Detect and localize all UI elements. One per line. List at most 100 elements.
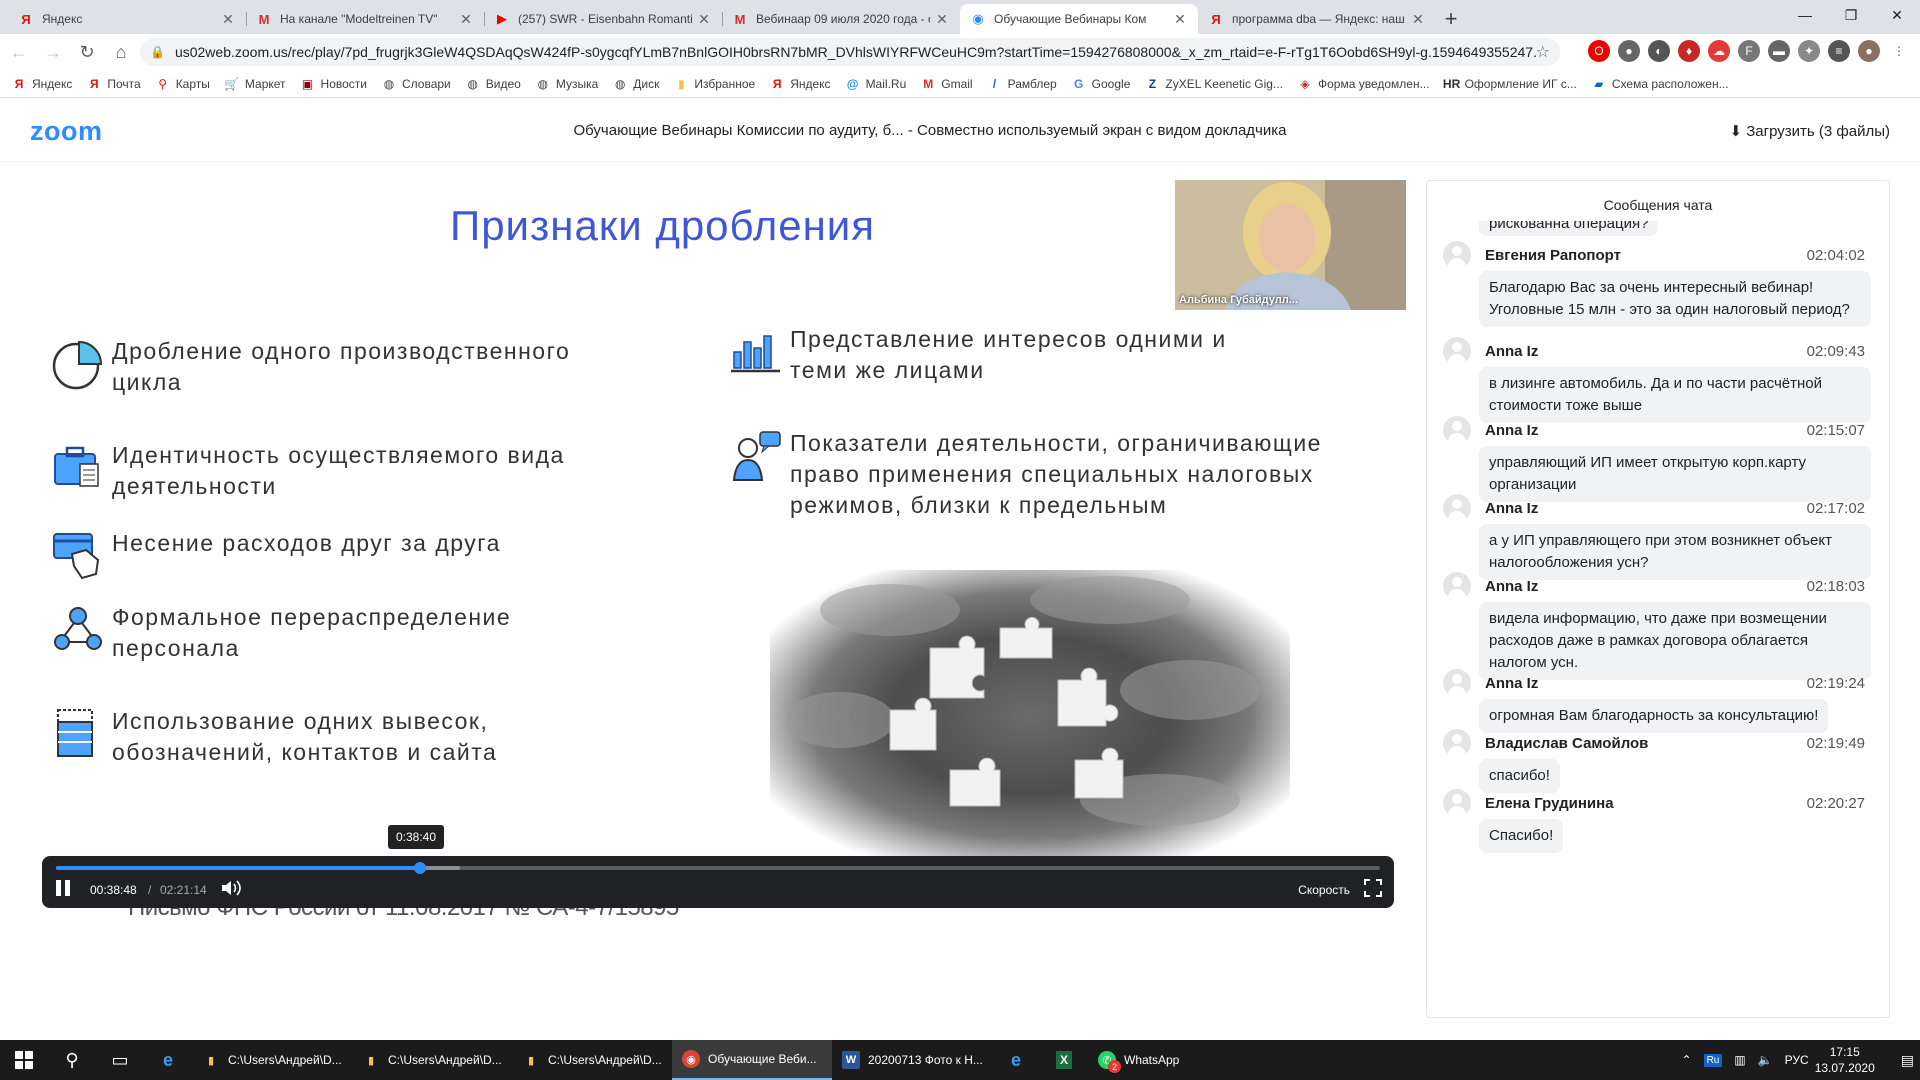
maximize-button[interactable]: ❐ — [1828, 0, 1874, 30]
browser-tab[interactable]: ◉ Обучающие Вебинары Ком ✕ — [960, 4, 1198, 34]
browser-tab[interactable]: M На канале "Modeltreinen TV" ✕ — [246, 4, 484, 34]
avatar — [1443, 669, 1471, 697]
bookmark-item[interactable]: Я Почта — [87, 77, 141, 91]
bookmark-item[interactable]: M Gmail — [921, 77, 972, 91]
reload-button[interactable]: ↻ — [72, 37, 102, 67]
chat-time: 02:04:02 — [1806, 247, 1865, 264]
fullscreen-icon[interactable] — [1364, 879, 1382, 897]
browser-tab[interactable]: Япрограмма dba — Яндекс: наш ✕ — [1198, 4, 1436, 34]
network-icon[interactable]: ▥ — [1734, 1053, 1745, 1067]
taskbar-whatsapp[interactable]: ✆ WhatsApp 2 — [1088, 1040, 1198, 1080]
bookmark-item[interactable]: ◍ Музыка — [536, 77, 599, 91]
bookmark-item[interactable]: HR Оформление ИГ с... — [1442, 76, 1577, 91]
bookmark-star-icon[interactable]: ☆ — [1536, 42, 1550, 62]
browser-tab[interactable]: ▶ (257) SWR - Eisenbahn Romantik ✕ — [484, 4, 722, 34]
download-button[interactable]: ⬇ Загрузить (3 файлы) — [1729, 122, 1890, 140]
reading-list-icon[interactable]: ≡ — [1828, 40, 1850, 62]
task-view-icon[interactable]: ▭ — [96, 1040, 144, 1080]
cloud-extension-icon[interactable]: ☁ — [1708, 40, 1730, 62]
bookmark-item[interactable]: 🛒 Маркет — [224, 77, 285, 91]
tab-title: Яндекс — [42, 12, 83, 26]
speaker-icon[interactable]: 🔈 — [1758, 1053, 1773, 1067]
avatar[interactable]: ● — [1858, 40, 1880, 62]
avatar — [1443, 337, 1471, 365]
edge-icon[interactable]: e — [144, 1040, 192, 1080]
extensions-bar: O ● ◐ ♦ ☁ F ▬ ✦ ≡ ● ⋮ — [1588, 40, 1910, 62]
system-tray: ⌃ Ru ▥ 🔈 РУС 17:15 13.07.2020 ▤ — [1676, 1040, 1920, 1080]
back-button[interactable]: ← — [4, 37, 34, 67]
address-bar[interactable]: 🔒 us02web.zoom.us/rec/play/7pd_frugrjk3G… — [140, 38, 1560, 66]
close-tab-icon[interactable]: ✕ — [1172, 11, 1188, 28]
bookmark-item[interactable]: Z ZyXEL Keenetic Gig... — [1145, 77, 1283, 91]
bookmark-label: Словари — [401, 76, 451, 91]
extension-icon[interactable]: ◐ — [1648, 40, 1670, 62]
taskbar-app[interactable]: W 20200713 Фото к Н... — [832, 1040, 992, 1080]
person-speech-icon — [732, 431, 781, 481]
language-indicator[interactable]: РУС — [1785, 1053, 1809, 1067]
menu-kebab-icon[interactable]: ⋮ — [1888, 40, 1910, 62]
windows-start-icon[interactable] — [0, 1040, 48, 1080]
clock-date: 13.07.2020 — [1814, 1061, 1875, 1075]
close-tab-icon[interactable]: ✕ — [1410, 11, 1426, 28]
extension-icon[interactable]: ♦ — [1678, 40, 1700, 62]
extension-icon[interactable]: ● — [1618, 40, 1640, 62]
bookmark-item[interactable]: ⚲ Карты — [156, 77, 210, 91]
forward-button[interactable]: → — [38, 37, 68, 67]
pause-button[interactable] — [56, 880, 72, 898]
bookmark-item[interactable]: ◍ Словари — [382, 77, 451, 91]
chat-time: 02:15:07 — [1806, 422, 1865, 439]
bookmark-item[interactable]: ◈ Форма уведомлен... — [1298, 76, 1429, 91]
bookmark-item[interactable]: ▮ Избранное — [674, 77, 755, 91]
excel-icon[interactable]: X — [1040, 1040, 1088, 1080]
bookmark-item[interactable]: Я Яндекс — [12, 77, 73, 91]
bookmark-item[interactable]: / Рамблер — [988, 77, 1057, 91]
new-tab-button[interactable]: + — [1436, 4, 1466, 34]
bookmark-item[interactable]: @ Mail.Ru — [846, 77, 907, 91]
bookmark-item[interactable]: Я Яндекс — [770, 77, 831, 91]
browser-tab[interactable]: Я Яндекс ✕ — [8, 4, 246, 34]
bookmark-label: Диск — [633, 76, 660, 91]
language-badge[interactable]: Ru — [1703, 1053, 1723, 1067]
globe-icon: ◍ — [615, 76, 626, 91]
chat-sender: Anna Iz — [1485, 578, 1539, 595]
form-icon: ◈ — [1300, 76, 1310, 91]
bookmark-item[interactable]: G Google — [1072, 77, 1130, 91]
progress-bar — [56, 866, 420, 870]
extension-icon[interactable]: F — [1738, 40, 1760, 62]
seek-handle[interactable] — [413, 862, 426, 874]
bookmark-item[interactable]: ◍ Видео — [466, 77, 521, 91]
bookmark-item[interactable]: ◍ Диск — [613, 77, 659, 91]
chevron-up-icon[interactable]: ⌃ — [1682, 1053, 1692, 1067]
close-tab-icon[interactable]: ✕ — [934, 11, 950, 28]
bookmark-item[interactable]: ▣ Новости — [301, 77, 367, 91]
opera-extension-icon[interactable]: O — [1588, 40, 1610, 62]
taskbar-app[interactable]: ▮ C:\Users\Андрей\D... — [352, 1040, 512, 1080]
volume-icon[interactable] — [220, 879, 242, 897]
clock[interactable]: 17:15 13.07.2020 — [1815, 1044, 1875, 1076]
chat-sender: Anna Iz — [1485, 422, 1539, 439]
taskbar-app[interactable]: ▮ C:\Users\Андрей\D... — [512, 1040, 672, 1080]
chat-message-list[interactable]: рискованна операция? Евгения Рапопорт 02:… — [1427, 221, 1889, 1011]
browser-tab[interactable]: M Вебинаар 09 июля 2020 года - о ✕ — [722, 4, 960, 34]
speed-button[interactable]: Скорость — [1298, 883, 1350, 897]
notifications-icon[interactable]: ▤ — [1901, 1052, 1914, 1069]
puzzle-extensions-icon[interactable]: ✦ — [1798, 40, 1820, 62]
close-tab-icon[interactable]: ✕ — [458, 11, 474, 28]
minimize-button[interactable]: — — [1782, 0, 1828, 30]
close-tab-icon[interactable]: ✕ — [220, 11, 236, 28]
taskbar-app-label: Обучающие Веби... — [708, 1052, 817, 1066]
search-icon[interactable]: ⚲ — [48, 1040, 96, 1080]
storefront-icon — [57, 709, 93, 757]
taskbar-app[interactable]: ◉ Обучающие Веби... — [672, 1040, 832, 1080]
close-tab-icon[interactable]: ✕ — [696, 11, 712, 28]
hr-icon: HR — [1442, 76, 1461, 91]
bookmark-item[interactable]: ▰ Схема расположен... — [1592, 76, 1729, 91]
taskbar-app[interactable]: ▮ C:\Users\Андрей\D... — [192, 1040, 352, 1080]
home-button[interactable]: ⌂ — [106, 37, 136, 67]
extension-icon[interactable]: ▬ — [1768, 40, 1790, 62]
seek-bar[interactable] — [56, 862, 1380, 874]
ie-icon[interactable]: e — [992, 1040, 1040, 1080]
bookmark-label: Схема расположен... — [1611, 76, 1729, 91]
close-window-button[interactable]: ✕ — [1874, 0, 1920, 30]
avatar — [1443, 729, 1471, 757]
